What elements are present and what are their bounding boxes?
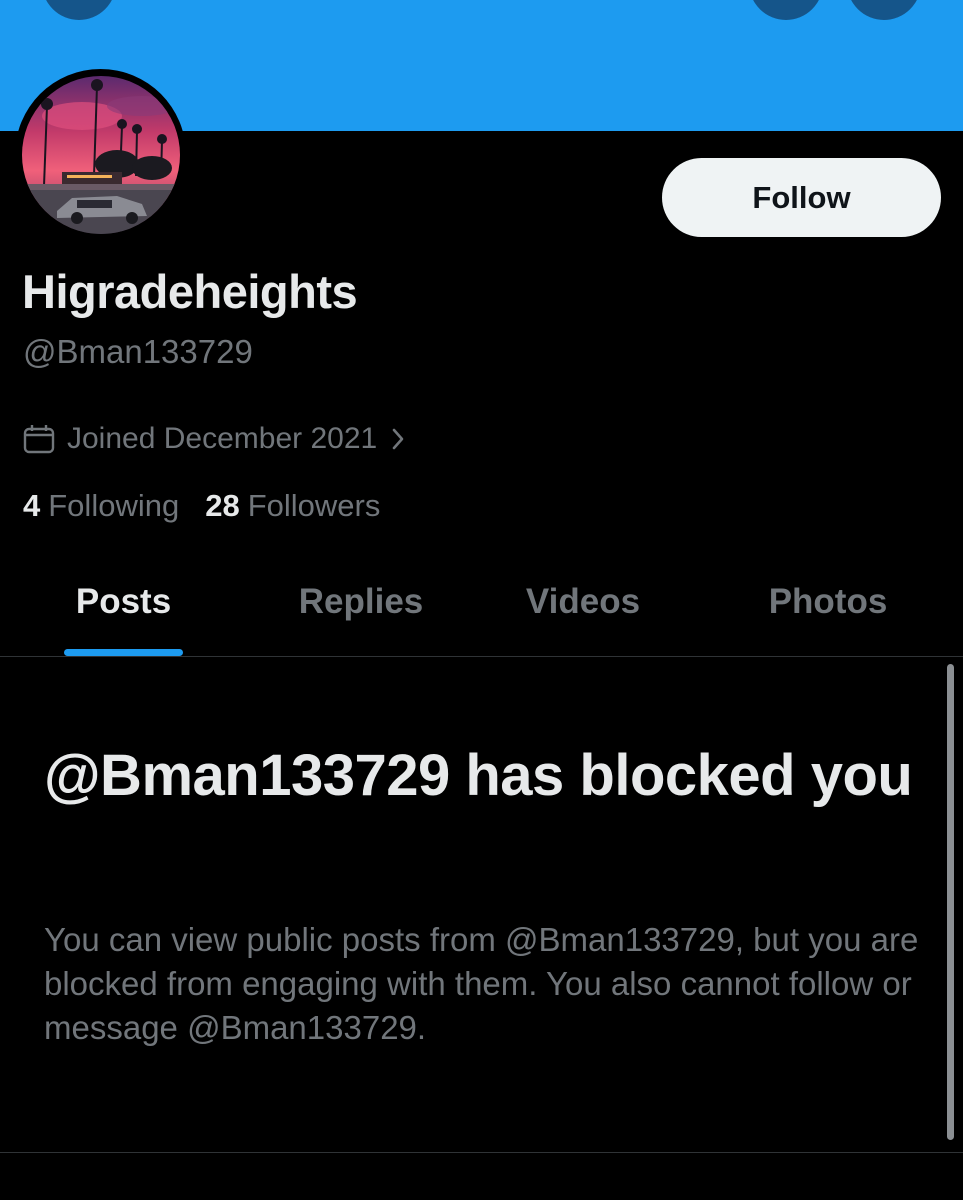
following-stat[interactable]: 4 Following <box>23 488 179 524</box>
scrollbar[interactable] <box>947 664 954 1140</box>
back-button[interactable] <box>42 0 116 20</box>
blocked-message: You can view public posts from @Bman1337… <box>44 921 919 1046</box>
followers-stat[interactable]: 28 Followers <box>205 488 380 524</box>
active-tab-indicator <box>64 649 183 656</box>
follow-button[interactable]: Follow <box>662 158 941 237</box>
profile-tabs: Posts Replies Videos Photos <box>0 560 963 656</box>
avatar-ring <box>15 69 186 240</box>
bottom-divider <box>0 1152 963 1153</box>
chevron-right-icon <box>391 427 405 451</box>
followers-label: Followers <box>247 488 381 523</box>
joined-text: Joined December 2021 <box>67 422 378 455</box>
follow-stats: 4 Following 28 Followers <box>23 488 406 524</box>
calendar-icon <box>23 424 55 454</box>
following-label: Following <box>48 488 180 523</box>
followers-count: 28 <box>205 488 240 523</box>
tab-photos[interactable]: Photos <box>761 582 895 622</box>
tab-posts[interactable]: Posts <box>64 582 183 622</box>
display-name: Higradeheights <box>22 265 358 318</box>
profile-handle: @Bman133729 <box>23 333 253 370</box>
tabs-divider <box>0 656 963 657</box>
blocked-title: @Bman133729 has blocked you <box>44 743 913 808</box>
avatar[interactable] <box>21 75 180 234</box>
joined-date[interactable]: Joined December 2021 <box>23 419 405 459</box>
search-button[interactable] <box>749 0 823 20</box>
following-count: 4 <box>23 488 41 523</box>
more-options-button[interactable] <box>847 0 921 20</box>
tab-replies[interactable]: Replies <box>290 582 432 622</box>
tab-videos[interactable]: Videos <box>516 582 650 622</box>
